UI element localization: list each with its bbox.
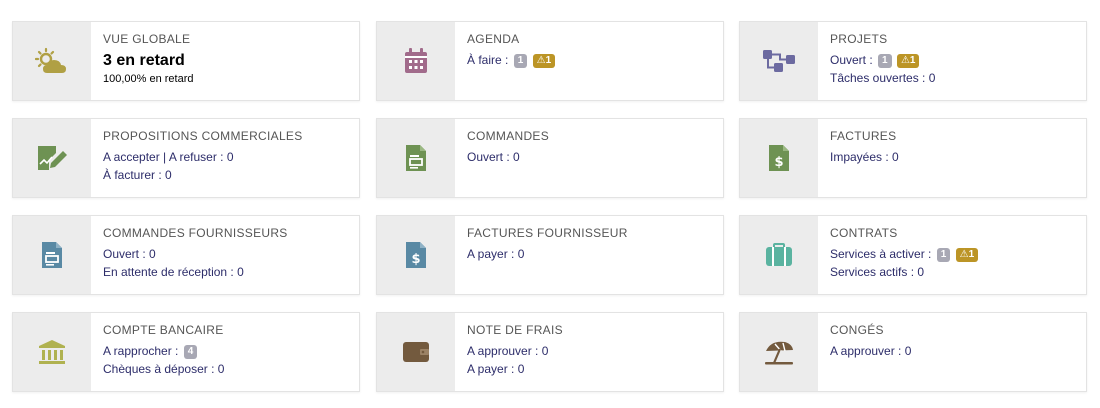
wallet-icon <box>403 342 429 362</box>
iconbox <box>740 216 818 294</box>
card-title: PROPOSITIONS COMMERCIALES <box>103 129 303 143</box>
card-commandes-fournisseurs[interactable]: COMMANDES FOURNISSEURS Ouvert : 0 En att… <box>12 215 360 295</box>
weather-icon <box>35 47 66 73</box>
card-compte-bancaire[interactable]: COMPTE BANCAIRE A rapprocher : 4 Chèques… <box>12 312 360 392</box>
late-count: 1 <box>545 55 552 66</box>
iconbox: $ <box>377 216 455 294</box>
dashboard-grid: VUE GLOBALE 3 en retard 100,00% en retar… <box>0 0 1100 408</box>
count-badge[interactable]: 4 <box>183 345 198 359</box>
card-agenda[interactable]: AGENDA À faire : 1 ⚠1 <box>376 21 724 101</box>
card-content: AGENDA À faire : 1 ⚠1 <box>455 22 567 100</box>
card-vue-globale[interactable]: VUE GLOBALE 3 en retard 100,00% en retar… <box>12 21 360 101</box>
todo-label: À faire : <box>467 53 509 67</box>
card-title: COMMANDES FOURNISSEURS <box>103 226 288 240</box>
card-content: NOTE DE FRAIS A approuver : 0 A payer : … <box>455 313 575 391</box>
card-title: CONGÉS <box>830 323 884 337</box>
to-reconcile-line[interactable]: A rapprocher : 4 <box>103 342 224 360</box>
invoice-icon: $ <box>769 145 789 171</box>
open-line[interactable]: Ouvert : 0 <box>103 245 288 263</box>
svg-text:$: $ <box>774 155 783 170</box>
late-badge[interactable]: ⚠1 <box>955 248 979 262</box>
bank-icon <box>39 340 65 364</box>
services-to-activate-line[interactable]: Services à activer : 1 ⚠1 <box>830 245 979 263</box>
card-content: CONGÉS A approuver : 0 <box>818 313 923 391</box>
proposal-icon <box>38 146 67 170</box>
supplier-invoice-icon: $ <box>406 242 426 268</box>
card-title: COMMANDES <box>467 129 550 143</box>
iconbox <box>740 22 818 100</box>
awaiting-reception-line[interactable]: En attente de réception : 0 <box>103 263 288 281</box>
card-title: AGENDA <box>467 32 520 46</box>
iconbox: $ <box>740 119 818 197</box>
card-title: PROJETS <box>830 32 888 46</box>
iconbox <box>377 313 455 391</box>
card-content: FACTURES FOURNISSEUR A payer : 0 <box>455 216 640 294</box>
beach-icon <box>765 341 793 365</box>
open-tasks-line[interactable]: Tâches ouvertes : 0 <box>830 69 935 87</box>
briefcase-icon <box>766 243 792 266</box>
to-approve-line[interactable]: A approuver : 0 <box>467 342 563 360</box>
project-icon <box>763 50 795 72</box>
iconbox <box>13 22 91 100</box>
late-badge[interactable]: ⚠1 <box>896 54 920 68</box>
to-accept-line[interactable]: A accepter | A refuser : 0 <box>103 148 303 166</box>
order-icon <box>406 145 426 171</box>
card-content: FACTURES Impayées : 0 <box>818 119 911 197</box>
card-title: NOTE DE FRAIS <box>467 323 563 337</box>
card-content: CONTRATS Services à activer : 1 ⚠1 Servi… <box>818 216 990 294</box>
card-projets[interactable]: PROJETS Ouvert : 1 ⚠1 Tâches ouvertes : … <box>739 21 1087 101</box>
count-badge[interactable]: 1 <box>878 54 892 68</box>
card-title: CONTRATS <box>830 226 898 240</box>
card-contrats[interactable]: CONTRATS Services à activer : 1 ⚠1 Servi… <box>739 215 1087 295</box>
card-factures-fournisseur[interactable]: $ FACTURES FOURNISSEUR A payer : 0 <box>376 215 724 295</box>
iconbox <box>740 313 818 391</box>
calendar-icon <box>405 48 427 73</box>
late-percent: 100,00% en retard <box>103 73 194 85</box>
card-factures[interactable]: $ FACTURES Impayées : 0 <box>739 118 1087 198</box>
card-conges[interactable]: CONGÉS A approuver : 0 <box>739 312 1087 392</box>
card-propositions[interactable]: PROPOSITIONS COMMERCIALES A accepter | A… <box>12 118 360 198</box>
to-reconcile-label: A rapprocher : <box>103 344 179 358</box>
card-commandes[interactable]: COMMANDES Ouvert : 0 <box>376 118 724 198</box>
checks-to-deposit-line[interactable]: Chèques à déposer : 0 <box>103 360 224 378</box>
to-approve-line[interactable]: A approuver : 0 <box>830 342 911 360</box>
to-invoice-line[interactable]: À facturer : 0 <box>103 166 303 184</box>
unpaid-line[interactable]: Impayées : 0 <box>830 148 899 166</box>
card-title: VUE GLOBALE <box>103 32 191 46</box>
card-content: PROPOSITIONS COMMERCIALES A accepter | A… <box>91 119 315 197</box>
to-pay-line[interactable]: A payer : 0 <box>467 245 628 263</box>
card-content: PROJETS Ouvert : 1 ⚠1 Tâches ouvertes : … <box>818 22 947 100</box>
open-label: Ouvert : <box>830 53 873 67</box>
to-pay-line[interactable]: A payer : 0 <box>467 360 563 378</box>
card-title: COMPTE BANCAIRE <box>103 323 224 337</box>
iconbox <box>377 22 455 100</box>
card-title: FACTURES <box>830 129 897 143</box>
card-note-de-frais[interactable]: NOTE DE FRAIS A approuver : 0 A payer : … <box>376 312 724 392</box>
open-line[interactable]: Ouvert : 0 <box>467 148 549 166</box>
late-count: 1 <box>909 55 916 66</box>
services-to-activate-label: Services à activer : <box>830 247 932 261</box>
card-title: FACTURES FOURNISSEUR <box>467 226 628 240</box>
late-count[interactable]: 3 en retard <box>103 51 194 71</box>
card-content: COMPTE BANCAIRE A rapprocher : 4 Chèques… <box>91 313 236 391</box>
open-line[interactable]: Ouvert : 1 ⚠1 <box>830 51 935 69</box>
warning-icon: ⚠ <box>959 249 969 260</box>
card-content: COMMANDES FOURNISSEURS Ouvert : 0 En att… <box>91 216 300 294</box>
warning-icon: ⚠ <box>536 55 546 66</box>
late-count: 1 <box>968 249 975 260</box>
card-content: COMMANDES Ouvert : 0 <box>455 119 561 197</box>
warning-icon: ⚠ <box>900 55 910 66</box>
late-badge[interactable]: ⚠1 <box>532 54 556 68</box>
iconbox <box>13 313 91 391</box>
iconbox <box>13 119 91 197</box>
todo-line[interactable]: À faire : 1 ⚠1 <box>467 51 556 69</box>
card-content: VUE GLOBALE 3 en retard 100,00% en retar… <box>91 22 206 100</box>
iconbox <box>377 119 455 197</box>
active-services-line[interactable]: Services actifs : 0 <box>830 263 978 281</box>
svg-text:$: $ <box>411 252 420 267</box>
supplier-order-icon <box>42 242 62 268</box>
count-badge[interactable]: 1 <box>513 54 528 68</box>
iconbox <box>13 216 91 294</box>
count-badge[interactable]: 1 <box>936 248 951 262</box>
